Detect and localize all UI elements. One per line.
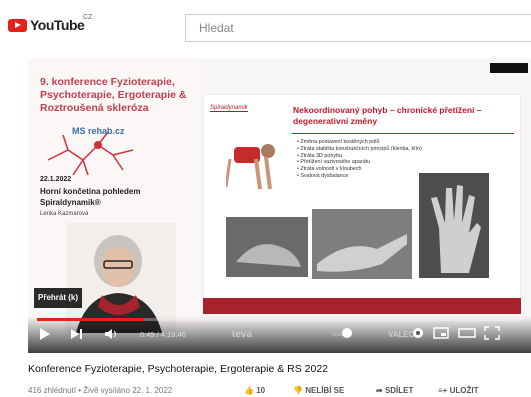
save-button[interactable]: ≡+ ULOŽIT [438,386,478,395]
bullet-item: Ztráta stabilita konstrukčních principů … [297,146,421,153]
slide-bullets: Změna postavení kostěných pólů Ztráta st… [297,139,422,180]
thumbs-up-icon: 👍 [244,386,254,395]
youtube-logo[interactable]: YouTube CZ [8,14,92,33]
bullet-item: Ztráta volnosti v kloubech [297,166,422,173]
hand-photo-3 [419,173,489,278]
bullet-item: Svalová dysbalance [297,173,422,180]
dislike-label: NELÍBÍ SE [305,386,345,395]
search-placeholder: Hledat [199,21,234,35]
gear-icon [413,328,423,338]
logo-text: YouTube [30,17,85,33]
spiraldynamik-brand: Spiraldynamik [210,105,248,112]
sponsor-teva: teva [232,329,253,340]
like-count: 10 [256,386,266,395]
slide-footer-bar [203,298,521,314]
thumbs-down-icon: 👎 [293,386,303,395]
ms-rehab-logo-text: MS rehab.cz [72,126,125,136]
like-button[interactable]: 👍 10 [244,386,265,395]
slide-main-panel: Spiraldynamik Nekoordinovaný pohyb – chr… [203,94,521,314]
share-label: SDÍLET [384,386,414,395]
play-button[interactable] [38,326,52,346]
autoplay-icon [331,328,352,338]
conference-title: 9. konference Fyzioterapie, Psychoterapi… [40,76,187,114]
progress-bar[interactable] [37,318,523,321]
miniplayer-button[interactable] [433,326,449,346]
settings-button[interactable] [411,326,425,346]
time-display: 0:49 / 4:19:46 [140,330,186,339]
lecture-date: 22.1.2022 [40,176,72,183]
author-name: Lenka Kazmarová [40,211,89,217]
bullet-item: Změna postavení kostěných pólů [297,139,422,146]
save-icon: ≡+ [438,386,448,395]
miniplayer-icon [433,327,449,339]
country-code: CZ [83,14,93,21]
theater-button[interactable] [458,326,476,346]
play-tooltip: Přehrát (k) [34,288,83,308]
play-icon [40,328,50,340]
fullscreen-icon [484,326,500,340]
share-button[interactable]: ➦ SDÍLET [376,386,413,395]
hand-photo-1 [226,217,308,277]
volume-icon [105,329,116,339]
progress-fill [37,318,144,321]
search-input[interactable]: Hledat [185,14,531,42]
title-underline [292,133,514,134]
header: YouTube CZ Hledat [0,0,531,46]
video-player[interactable]: 9. konference Fyzioterapie, Psychoterapi… [28,58,531,353]
save-label: ULOŽIT [449,386,479,395]
slide-title: Nekoordinovaný pohyb – chronické přetíže… [293,105,482,126]
youtube-play-icon [8,18,27,32]
fullscreen-button[interactable] [484,326,500,346]
theater-icon [458,328,476,338]
slide-left-panel: 9. konference Fyzioterapie, Psychoterapi… [28,58,200,353]
bullet-item: Ztráta 3D pohybu [297,153,422,160]
plank-photo [226,129,286,209]
autoplay-toggle[interactable] [330,326,356,346]
volume-button[interactable] [104,326,120,346]
video-title: Konference Fyzioterapie, Psychoterapie, … [28,363,329,375]
next-icon [71,329,82,339]
dislike-button[interactable]: 👎 NELÍBÍ SE [293,386,344,395]
lecture-title: Horní končetina pohledem Spiraldynamik® [40,187,141,207]
video-meta: 416 zhlédnutí • Živě vysíláno 22. 1. 202… [28,386,173,395]
share-icon: ➦ [376,386,383,395]
hand-photo-2 [312,209,412,279]
bullet-item: Přetížení vazivového aparátu [297,159,422,166]
player-top-controls [490,63,528,73]
next-button[interactable] [70,326,84,346]
